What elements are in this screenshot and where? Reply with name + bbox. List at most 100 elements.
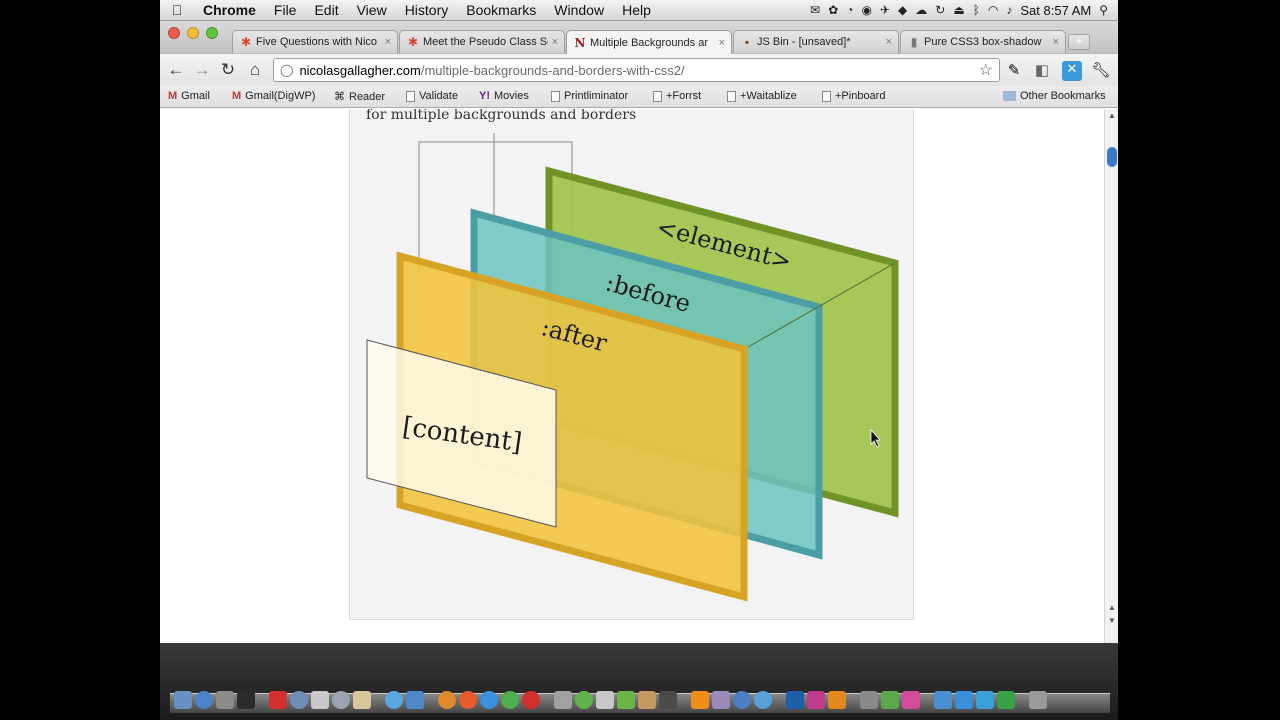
new-tab-button[interactable]: + — [1068, 34, 1090, 50]
bird-icon[interactable]: ✈ — [880, 3, 890, 17]
menu-file[interactable]: File — [265, 2, 306, 18]
firefox-icon[interactable] — [438, 691, 456, 709]
wave-icon[interactable] — [976, 691, 994, 709]
scroll-up-icon[interactable]: ▲ — [1105, 603, 1118, 612]
safari-icon[interactable] — [195, 691, 213, 709]
safari-dock-icon[interactable] — [480, 691, 498, 709]
tab-pseudo-class[interactable]: ✱ Meet the Pseudo Class Se × — [399, 30, 565, 53]
cloud-icon[interactable]: ☁ — [915, 3, 927, 17]
back-arrow-icon[interactable]: ← — [165, 60, 187, 80]
bookmark-gmail-digwp[interactable]: M Gmail(DigWP) — [232, 90, 315, 102]
menu-edit[interactable]: Edit — [305, 2, 347, 18]
system-preferences-icon[interactable] — [216, 691, 234, 709]
indesign-icon[interactable] — [807, 691, 825, 709]
bookmark-forrst[interactable]: +Forrst — [653, 90, 701, 102]
bookmark-star-icon[interactable]: ☆ — [979, 60, 993, 80]
address-bar[interactable]: ◯ nicolasgallagher.com/multiple-backgrou… — [273, 58, 1000, 82]
sync-icon[interactable]: ✿ — [828, 3, 838, 17]
bookmark-gmail[interactable]: M Gmail — [168, 90, 210, 102]
gamepad-icon[interactable]: ✉ — [810, 3, 820, 17]
wifi-icon[interactable]: ◠ — [988, 3, 998, 17]
finder-icon[interactable] — [174, 691, 192, 709]
page-info-icon[interactable]: ◯ — [280, 63, 293, 77]
tab-close-icon[interactable]: × — [1053, 36, 1059, 48]
scroll-up-icon[interactable]: ▲ — [1105, 111, 1118, 120]
screenshot-extension-icon[interactable]: ◧ — [1032, 61, 1052, 81]
tab-close-icon[interactable]: × — [719, 37, 725, 49]
eye-icon[interactable]: ◉ — [862, 3, 872, 17]
scrollbar-thumb[interactable] — [1107, 147, 1117, 167]
network-icon[interactable] — [290, 691, 308, 709]
bookmark-reader[interactable]: ⌘ Reader — [334, 90, 385, 104]
dashboard-icon[interactable] — [934, 691, 952, 709]
menu-history[interactable]: History — [396, 2, 458, 18]
apple-menu-icon[interactable]:  — [160, 2, 194, 18]
menu-chrome[interactable]: Chrome — [194, 2, 265, 18]
skype-icon[interactable]: ◆ — [898, 3, 907, 17]
firefox-nightly-icon[interactable] — [459, 691, 477, 709]
reload-icon[interactable]: ↻ — [217, 60, 239, 80]
illustrator-icon[interactable] — [828, 691, 846, 709]
eject-icon[interactable]: ⏏ — [953, 3, 964, 17]
excel-icon[interactable] — [997, 691, 1015, 709]
bookmark-pinboard[interactable]: +Pinboard — [822, 90, 885, 102]
menu-help[interactable]: Help — [613, 2, 660, 18]
tab-five-questions[interactable]: ✱ Five Questions with Nico × — [232, 30, 398, 53]
pen-extension-icon[interactable]: ✎ — [1004, 61, 1024, 81]
tab-close-icon[interactable]: × — [886, 36, 892, 48]
spotlight-icon[interactable]: ⚲ — [1099, 3, 1108, 17]
opera-icon[interactable] — [522, 691, 540, 709]
bookmark-movies[interactable]: Y! Movies — [479, 90, 529, 102]
photoshop-icon[interactable] — [786, 691, 804, 709]
quicktime-icon[interactable] — [269, 691, 287, 709]
volume-icon[interactable]: ♪ — [1006, 3, 1012, 17]
close-window-button[interactable] — [168, 27, 180, 39]
notes-icon[interactable] — [353, 691, 371, 709]
box-icon[interactable] — [638, 691, 656, 709]
calendar-icon[interactable] — [311, 691, 329, 709]
other-bookmarks[interactable]: Other Bookmarks — [1003, 90, 1106, 102]
tab-close-icon[interactable]: × — [552, 36, 558, 48]
tab-close-icon[interactable]: × — [385, 36, 391, 48]
globe-icon[interactable] — [733, 691, 751, 709]
bookmark-printliminator[interactable]: Printliminator — [551, 90, 628, 102]
menu-bookmarks[interactable]: Bookmarks — [457, 2, 545, 18]
zoom-window-button[interactable] — [206, 27, 218, 39]
bluetooth-icon[interactable]: ᛒ — [973, 3, 980, 17]
menu-window[interactable]: Window — [545, 2, 613, 18]
wrench-menu-icon[interactable]: 🔧︎ — [1091, 61, 1111, 81]
photos-icon[interactable] — [712, 691, 730, 709]
bird-extension-icon[interactable]: ✕ — [1062, 61, 1082, 81]
messages-icon[interactable] — [385, 691, 403, 709]
archive-icon[interactable] — [554, 691, 572, 709]
minimize-window-button[interactable] — [187, 27, 199, 39]
skype-dock-icon[interactable] — [754, 691, 772, 709]
flower-icon[interactable] — [902, 691, 920, 709]
preview-icon[interactable] — [860, 691, 878, 709]
refresh-icon[interactable]: ↻ — [935, 3, 945, 17]
timer-icon[interactable]: ◔ — [846, 3, 853, 17]
itunes-icon[interactable] — [332, 691, 350, 709]
bird-dock-icon[interactable] — [659, 691, 677, 709]
clock[interactable]: Sat 8:57 AM — [1020, 3, 1091, 18]
mail-icon[interactable] — [406, 691, 424, 709]
scroll-down-icon[interactable]: ▼ — [1105, 616, 1118, 625]
terminal-icon[interactable] — [237, 691, 255, 709]
chrome-icon[interactable] — [501, 691, 519, 709]
tab-box-shadow[interactable]: ▮ Pure CSS3 box-shadow × — [900, 30, 1066, 53]
tab-js-bin[interactable]: ▪ JS Bin - [unsaved]* × — [733, 30, 899, 53]
tab-multiple-backgrounds[interactable]: N Multiple Backgrounds ar × — [566, 30, 732, 54]
home-icon[interactable]: ⌂ — [244, 60, 266, 80]
trash-icon[interactable] — [1029, 691, 1047, 709]
map-icon[interactable] — [881, 691, 899, 709]
vertical-scrollbar[interactable]: ▲ ▲ ▼ — [1104, 109, 1118, 643]
forward-arrow-icon[interactable]: → — [191, 60, 213, 80]
menu-view[interactable]: View — [348, 2, 396, 18]
word-icon[interactable] — [955, 691, 973, 709]
bookmark-validate[interactable]: Validate — [406, 90, 458, 102]
doc-icon[interactable] — [596, 691, 614, 709]
vlc-icon[interactable] — [691, 691, 709, 709]
bookmark-waitablize[interactable]: +Waitablize — [727, 90, 797, 102]
leaf-icon[interactable] — [575, 691, 593, 709]
frog-icon[interactable] — [617, 691, 635, 709]
